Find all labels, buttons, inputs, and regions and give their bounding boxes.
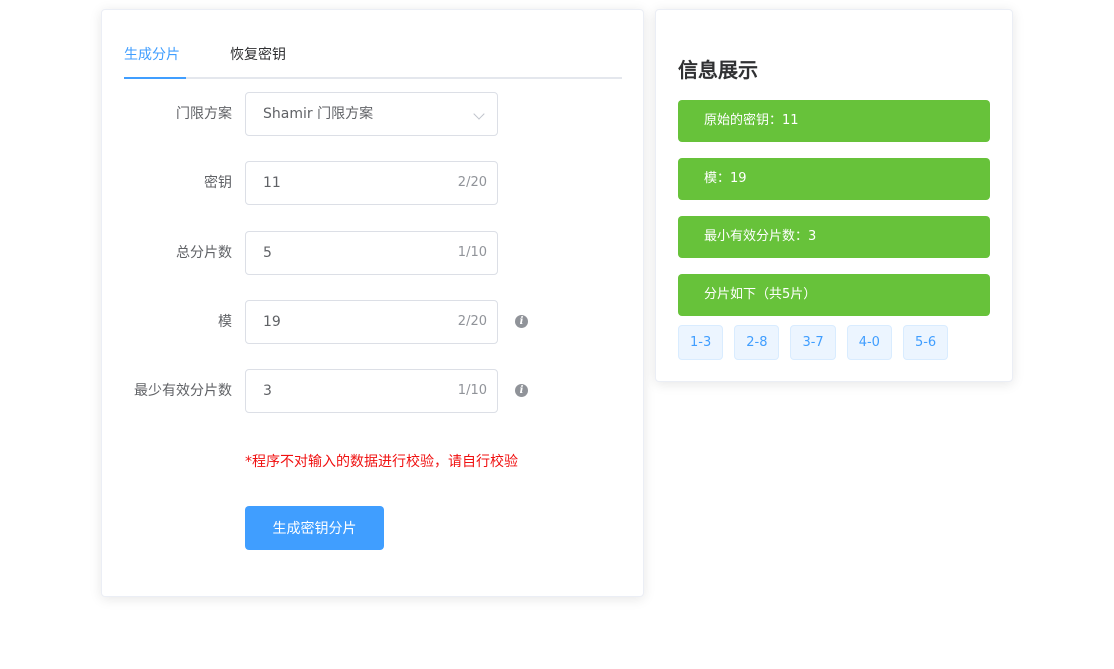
share-tag: 1-3 <box>678 325 724 360</box>
tab-generate-shares[interactable]: 生成分片 <box>124 37 180 75</box>
key-split-form-card: 生成分片 恢复密钥 门限方案 Shamir 门限方案 密钥 11 2/20 总分… <box>101 9 644 597</box>
modulus-info-icon[interactable]: i <box>515 315 528 328</box>
secret-char-count: 2/20 <box>457 175 487 190</box>
secret-input[interactable]: 11 2/20 <box>245 161 498 205</box>
min-shares-input[interactable]: 3 1/10 <box>245 369 498 413</box>
alert-original-key: 原始的密钥：11 <box>678 100 990 142</box>
scheme-select[interactable]: Shamir 门限方案 <box>245 92 498 136</box>
tabs: 生成分片 恢复密钥 <box>124 37 622 79</box>
chevron-down-icon <box>473 108 485 120</box>
min-shares-label: 最少有效分片数 <box>134 383 232 399</box>
total-shares-char-count: 1/10 <box>457 245 487 260</box>
min-shares-info-icon[interactable]: i <box>515 384 528 397</box>
alert-min-shares: 最小有效分片数：3 <box>678 216 990 258</box>
share-tag: 5-6 <box>902 325 949 360</box>
share-tag: 3-7 <box>790 325 836 360</box>
tab-recover-key[interactable]: 恢复密钥 <box>230 37 286 75</box>
min-shares-char-count: 1/10 <box>457 383 487 398</box>
modulus-char-count: 2/20 <box>457 314 487 329</box>
total-shares-input[interactable]: 5 1/10 <box>245 231 498 275</box>
modulus-input-value: 19 <box>263 314 281 330</box>
total-shares-input-value: 5 <box>263 245 272 261</box>
scheme-label: 门限方案 <box>176 106 232 122</box>
scheme-select-value: Shamir 门限方案 <box>263 106 374 122</box>
secret-label: 密钥 <box>204 175 232 191</box>
min-shares-input-value: 3 <box>263 383 272 399</box>
share-tag: 2-8 <box>734 325 780 360</box>
total-shares-label: 总分片数 <box>176 245 232 261</box>
generate-shares-button[interactable]: 生成密钥分片 <box>245 506 384 550</box>
info-title: 信息展示 <box>678 58 758 82</box>
share-tag: 4-0 <box>846 325 892 360</box>
validation-warning: *程序不对输入的数据进行校验，请自行校验 <box>245 454 518 470</box>
modulus-input[interactable]: 19 2/20 <box>245 300 498 344</box>
alert-shares-heading: 分片如下（共5片） <box>678 274 990 316</box>
alert-modulus: 模：19 <box>678 158 990 200</box>
secret-input-value: 11 <box>263 175 281 191</box>
active-tab-indicator <box>124 77 186 79</box>
info-display-card: 信息展示 原始的密钥：11 模：19 最小有效分片数：3 分片如下（共5片） 1… <box>655 9 1013 382</box>
modulus-label: 模 <box>218 314 232 330</box>
share-tags: 1-3 2-8 3-7 4-0 5-6 <box>678 325 959 360</box>
